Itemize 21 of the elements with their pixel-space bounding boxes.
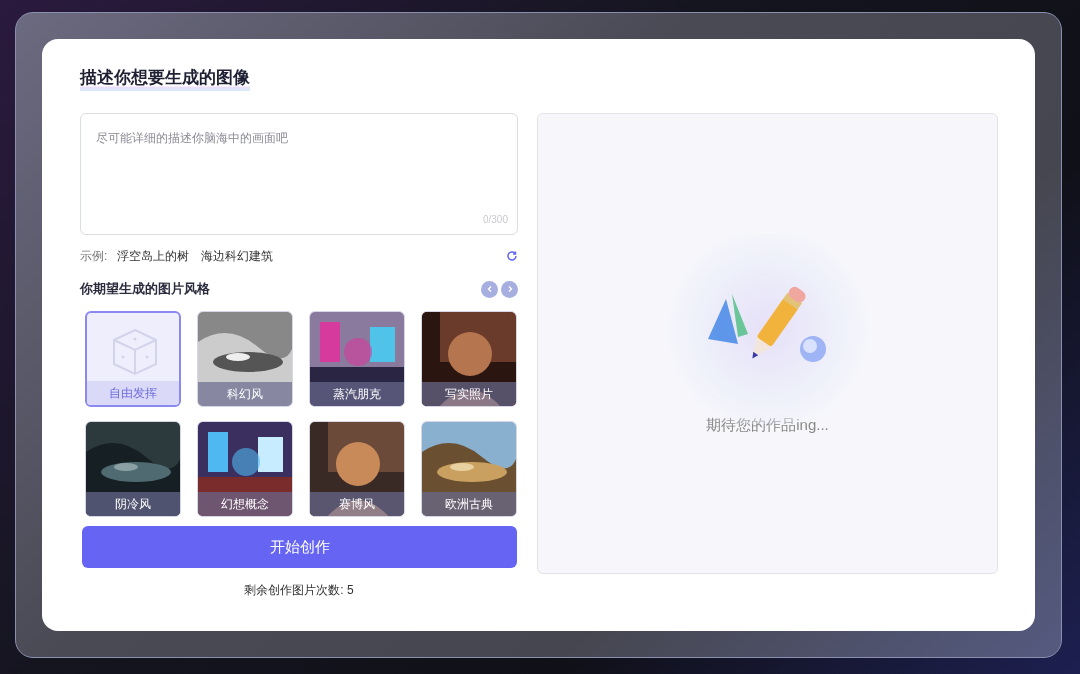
style-option[interactable]: 科幻风 bbox=[197, 311, 293, 407]
placeholder-message: 期待您的作品ing... bbox=[706, 415, 829, 435]
example-link[interactable]: 海边科幻建筑 bbox=[201, 247, 274, 265]
start-button[interactable]: 开始创作 bbox=[82, 526, 517, 568]
style-option[interactable]: 欧洲古典 bbox=[421, 421, 517, 517]
example-link[interactable]: 浮空岛上的树 bbox=[117, 247, 190, 265]
style-option[interactable]: 幻想概念 bbox=[197, 421, 293, 517]
refresh-icon[interactable] bbox=[506, 250, 518, 262]
section-heading: 你期望生成的图片风格 bbox=[80, 280, 211, 299]
page-title: 描述你想要生成的图像 bbox=[80, 65, 250, 91]
chevron-left-icon bbox=[485, 285, 494, 293]
style-option[interactable]: 阴冷风 bbox=[85, 421, 181, 517]
next-button[interactable] bbox=[501, 280, 518, 298]
remaining-count: 剩余创作图片次数: 5 bbox=[244, 582, 354, 599]
style-option[interactable]: 写实照片 bbox=[421, 311, 517, 407]
previous-button[interactable] bbox=[481, 280, 498, 298]
examples-label: 示例: bbox=[80, 248, 108, 265]
style-option[interactable]: 赛博风 bbox=[309, 421, 405, 517]
style-option[interactable]: 蒸汽朋克 bbox=[309, 311, 405, 407]
style-option[interactable]: 自由发挥 bbox=[85, 311, 181, 407]
dice-icon bbox=[111, 327, 159, 377]
